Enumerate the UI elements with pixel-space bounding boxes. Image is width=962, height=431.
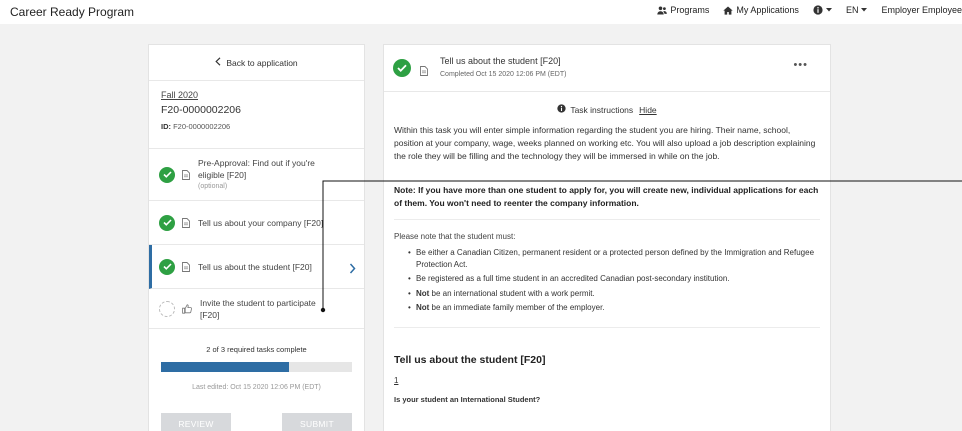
more-options-button[interactable]: ••• [793, 59, 808, 71]
application-info: Fall 2020 F20-0000002206 ID: F20-0000002… [149, 81, 364, 149]
check-circle-icon [159, 214, 175, 231]
task-sidebar: Back to application Fall 2020 F20-000000… [148, 44, 365, 431]
question-number-link[interactable]: 1 [394, 376, 820, 385]
document-icon [420, 63, 428, 81]
list-item: Be registered as a full time student in … [408, 273, 820, 285]
document-icon [182, 261, 190, 272]
users-icon [657, 6, 668, 15]
info-icon [557, 104, 566, 115]
requirement-text: be an immediate family member of the emp… [429, 303, 605, 312]
caret-down-icon [825, 8, 832, 12]
instructions-label: Task instructions [570, 104, 634, 115]
chevron-right-icon [349, 261, 356, 279]
chevron-left-icon [215, 57, 221, 68]
brand-title[interactable]: Career Ready Program [10, 5, 134, 19]
question-label: Is your student an International Student… [394, 394, 541, 404]
hide-instructions-link[interactable]: Hide [639, 105, 656, 115]
last-edited-text: Last edited: Oct 15 2020 12:06 PM (EDT) [192, 384, 321, 391]
programs-link[interactable]: Programs [657, 5, 709, 15]
home-icon [723, 6, 734, 15]
task-item-company[interactable]: Tell us about your company [F20] [149, 201, 364, 245]
requirement-text: be an international student with a work … [429, 288, 595, 298]
top-navigation-bar: Career Ready Program Programs My Applica… [0, 0, 962, 24]
task-label: Pre-Approval: Find out if you're eligibl… [198, 157, 326, 193]
task-header: Tell us about the student [F20] Complete… [384, 45, 830, 92]
progress-text: 2 of 3 required tasks complete [206, 345, 307, 354]
language-label: EN [845, 5, 859, 15]
list-item: Not be an international student with a w… [408, 288, 820, 300]
application-number: F20-0000002206 [161, 104, 241, 116]
submit-button[interactable]: SUBMIT [282, 413, 352, 431]
requirements-intro: Please note that the student must: [394, 232, 516, 241]
language-menu[interactable]: EN [846, 5, 868, 15]
check-circle-icon [393, 59, 411, 77]
progress-bar [161, 362, 352, 372]
application-id: ID: F20-0000002206 [161, 122, 354, 131]
pending-circle-icon [159, 300, 175, 317]
review-button[interactable]: REVIEW [161, 413, 231, 431]
check-circle-icon [159, 258, 175, 275]
completed-timestamp: Completed Oct 15 2020 12:06 PM (EDT) [440, 71, 567, 78]
requirements-list: Be either a Canadian Citizen, permanent … [394, 247, 820, 328]
progress-bar-fill [161, 362, 289, 372]
requirement-bold: Not [416, 303, 430, 312]
instructions-body: Within this task you will enter simple i… [384, 124, 830, 404]
requirement-text: Be either a Canadian Citizen, permanent … [416, 248, 815, 269]
back-label: Back to application [226, 57, 298, 68]
thumbs-up-icon [182, 303, 192, 314]
optional-tag: (optional) [198, 182, 228, 190]
check-circle-icon [159, 166, 175, 183]
task-instructions-header: Task instructions Hide [384, 104, 830, 115]
id-label: ID: [161, 122, 171, 131]
requirement-text: Be registered as a full time student in … [416, 274, 730, 283]
task-detail-panel: Tell us about the student [F20] Complete… [383, 44, 831, 431]
programs-label: Programs [670, 5, 710, 15]
top-nav: Programs My Applications EN Employer Emp… [643, 5, 962, 15]
list-item: Be either a Canadian Citizen, permanent … [408, 247, 820, 270]
instructions-paragraph: Within this task you will enter simple i… [394, 125, 816, 161]
task-title: Tell us about the student [F20] [440, 56, 561, 66]
term-link[interactable]: Fall 2020 [161, 90, 354, 100]
id-value: F20-0000002206 [173, 122, 231, 131]
info-icon [813, 5, 823, 15]
document-icon [182, 217, 190, 228]
task-item-invite[interactable]: Invite the student to participate [F20] [149, 289, 364, 329]
user-name: Employer Employee [881, 5, 962, 15]
user-menu[interactable]: Employer Employee [881, 5, 962, 15]
form-section-title: Tell us about the student [F20] [394, 353, 546, 366]
help-menu[interactable] [813, 5, 832, 15]
my-applications-label: My Applications [736, 5, 799, 15]
requirement-bold: Not [416, 288, 430, 298]
task-item-student[interactable]: Tell us about the student [F20] [149, 245, 364, 289]
my-applications-link[interactable]: My Applications [723, 5, 799, 15]
task-title: Tell us about the student [F20] [198, 261, 312, 272]
task-title: Pre-Approval: Find out if you're eligibl… [198, 157, 315, 180]
task-title: Invite the student to participate [F20] [200, 297, 316, 320]
progress-section: 2 of 3 required tasks complete Last edit… [149, 329, 364, 391]
action-buttons: REVIEW SUBMIT [161, 413, 352, 431]
task-title: Tell us about your company [F20] [198, 217, 324, 228]
list-item: Not be an immediate family member of the… [408, 302, 820, 314]
back-to-application-link[interactable]: Back to application [149, 45, 364, 81]
instructions-note: Note: If you have more than one student … [394, 184, 820, 220]
document-icon [182, 169, 190, 180]
task-item-pre-approval[interactable]: Pre-Approval: Find out if you're eligibl… [149, 149, 364, 201]
caret-down-icon [861, 8, 868, 12]
